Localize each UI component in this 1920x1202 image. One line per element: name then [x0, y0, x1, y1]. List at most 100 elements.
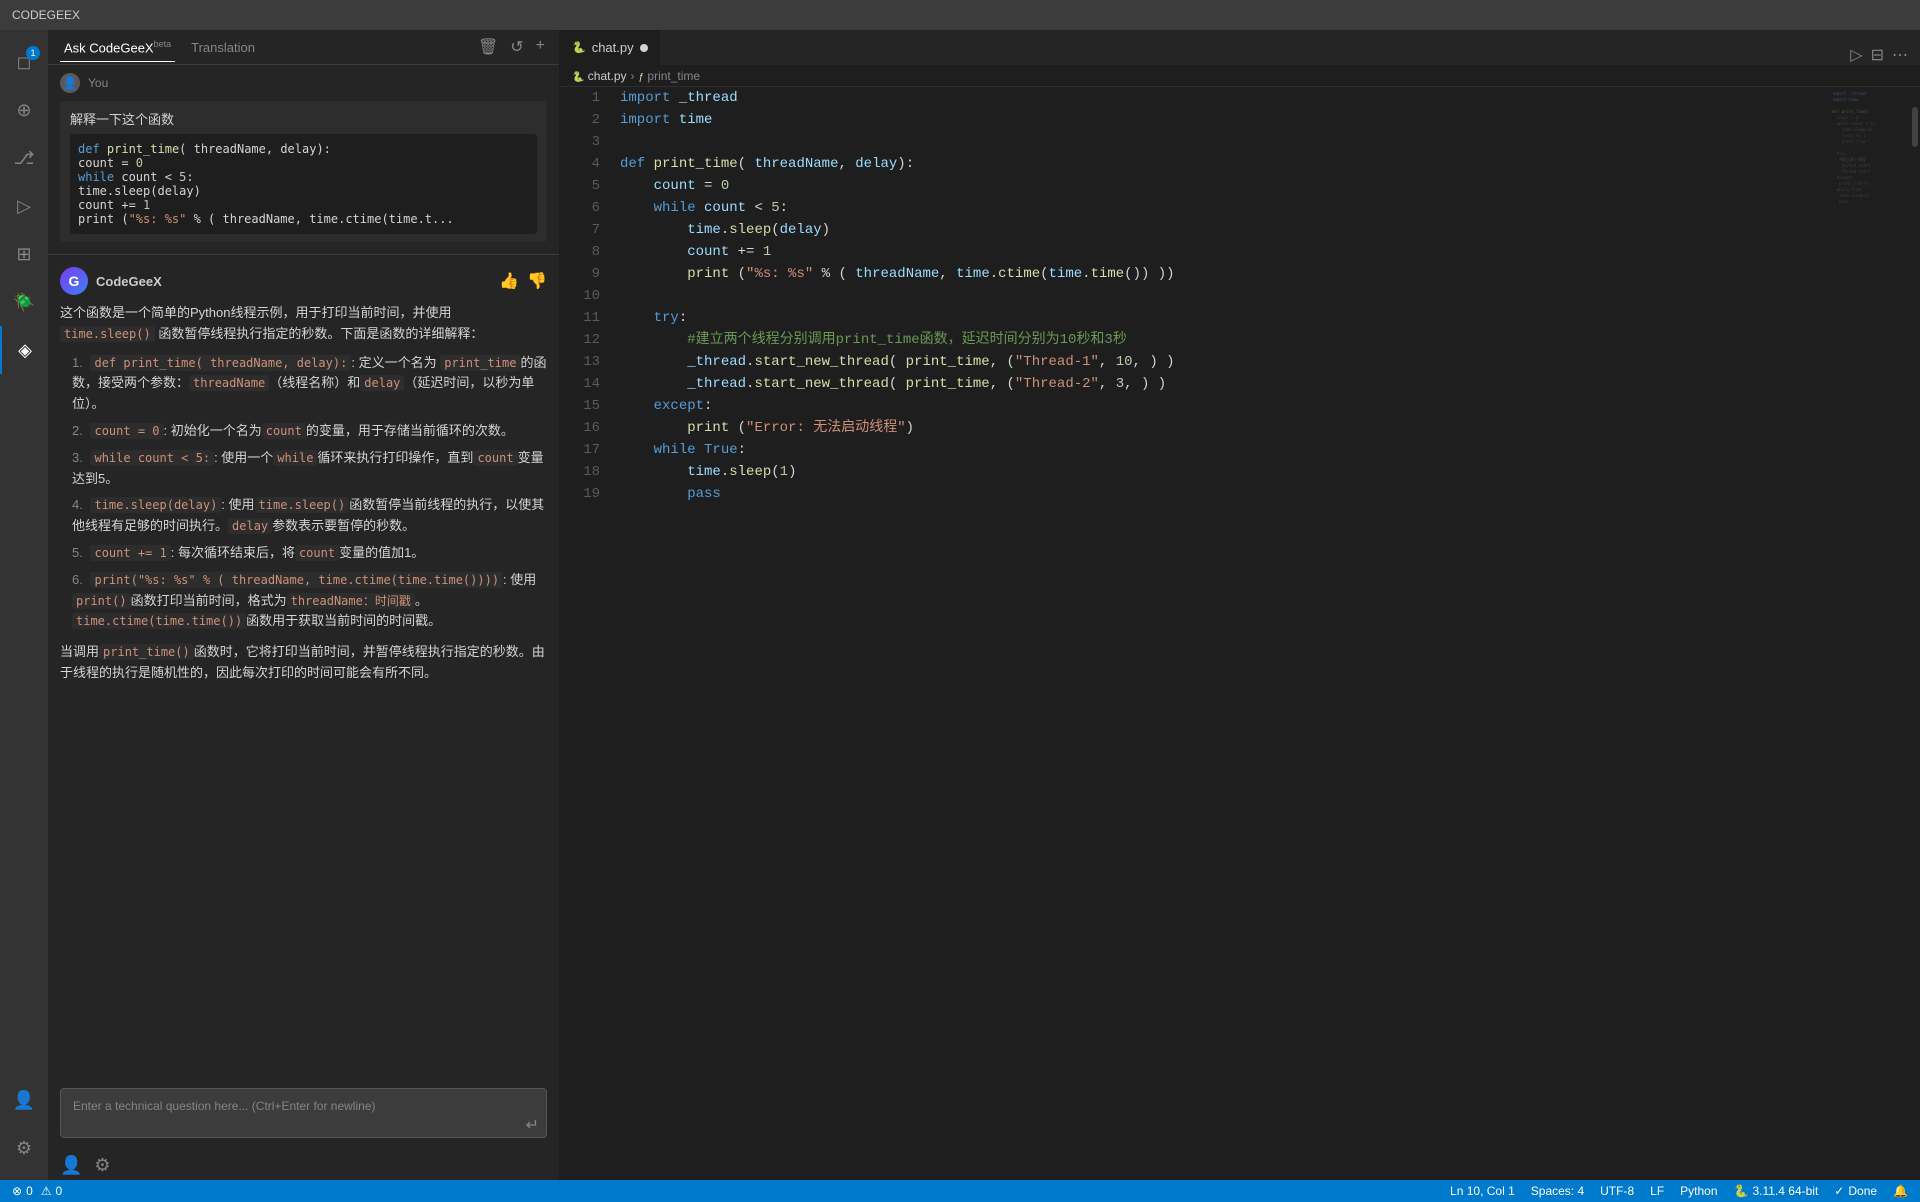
list-item: print("%s: %s" % ( threadName, time.ctim…	[68, 570, 547, 632]
code-line-2: import time	[620, 109, 1830, 131]
activity-icon-account[interactable]: 👤	[0, 1076, 48, 1124]
status-notifications[interactable]: 🔔	[1893, 1184, 1908, 1198]
run-icon: ▷	[17, 196, 31, 217]
user-avatar: 👤	[60, 73, 80, 93]
status-spaces[interactable]: Spaces: 4	[1531, 1184, 1584, 1198]
tab-translation[interactable]: Translation	[187, 34, 259, 61]
main-layout: ◻ 1 ⊕ ⎇ ▷ ⊞ 🪲 ◈ 👤 ⚙	[0, 30, 1920, 1180]
title-bar: CODEGEEX	[0, 0, 1920, 30]
sidebar-header: Ask CodeGeeXbeta Translation 🗑 ↺ +	[48, 30, 559, 65]
activity-icon-settings[interactable]: ⚙	[0, 1124, 48, 1172]
source-control-icon: ⎇	[14, 148, 35, 169]
editor-scrollbar[interactable]	[1910, 87, 1920, 1180]
status-line-ending[interactable]: LF	[1650, 1184, 1664, 1198]
code-line-17: while True:	[620, 439, 1830, 461]
activity-icon-extensions2[interactable]: ⊞	[0, 230, 48, 278]
tab-modified-indicator	[640, 44, 648, 52]
activity-icon-debug[interactable]: 🪲	[0, 278, 48, 326]
response-content: 这个函数是一个简单的Python线程示例，用于打印当前时间，并使用 time.s…	[48, 303, 559, 1080]
status-bar-left: ⊗ 0 ⚠ 0	[12, 1184, 62, 1198]
code-line-1: import _thread	[620, 87, 1830, 109]
code-line-6: while count < 5:	[620, 197, 1830, 219]
code-line-19: pass	[620, 483, 1830, 505]
codegex-actions: 👍 👎	[499, 271, 547, 291]
add-button[interactable]: +	[534, 35, 547, 59]
sidebar-actions: 🗑 ↺ +	[476, 35, 547, 59]
settings-icon: ⚙	[16, 1138, 32, 1159]
status-position[interactable]: Ln 10, Col 1	[1450, 1184, 1515, 1198]
code-line-11: try:	[620, 307, 1830, 329]
line-ending-text: LF	[1650, 1184, 1664, 1198]
status-encoding[interactable]: UTF-8	[1600, 1184, 1634, 1198]
activity-icon-search[interactable]: ⊕	[0, 86, 48, 134]
status-version[interactable]: 🐍 3.11.4 64-bit	[1734, 1184, 1819, 1198]
response-conclusion: 当调用print_time()函数时，它将打印当前时间，并暂停线程执行指定的秒数…	[60, 642, 547, 684]
editor-area: 🐍 chat.py ▷ ⊟ ⋯ 🐍 chat.py › ƒ print_time	[560, 30, 1920, 1180]
account-icon: 👤	[13, 1090, 35, 1111]
codegex-avatar: G	[60, 267, 88, 295]
breadcrumb: 🐍 chat.py › ƒ print_time	[560, 65, 1920, 87]
user-code-snippet: def print_time( threadName, delay): coun…	[70, 134, 537, 234]
divider	[48, 254, 559, 255]
code-line-18: time.sleep(1)	[620, 461, 1830, 483]
user-label: You	[88, 76, 108, 90]
run-split-button[interactable]: ▷	[1850, 45, 1862, 65]
code-line-4: def print_time( threadName, delay):	[620, 153, 1830, 175]
breadcrumb-file: 🐍 chat.py	[572, 69, 627, 83]
breadcrumb-separator: ›	[631, 69, 635, 83]
file-icon: 🐍	[572, 41, 586, 54]
sidebar-settings-icon[interactable]: ⚙	[94, 1155, 110, 1176]
input-wrapper: ↵	[60, 1088, 547, 1143]
tab-label: chat.py	[592, 40, 634, 55]
user-question-box: 解释一下这个函数 def print_time( threadName, del…	[60, 101, 547, 242]
warning-count: 0	[56, 1184, 63, 1198]
list-item: while count < 5:: 使用一个while循环来执行打印操作，直到c…	[68, 448, 547, 490]
list-item: count = 0: 初始化一个名为count的变量，用于存储当前循环的次数。	[68, 421, 547, 442]
tab-ask-codegex[interactable]: Ask CodeGeeXbeta	[60, 33, 175, 61]
status-warnings[interactable]: ⚠ 0	[41, 1184, 62, 1198]
line-numbers: 1 2 3 4 5 6 7 8 9 10 11 12 13 14 15 16 1…	[560, 87, 610, 1180]
status-errors[interactable]: ⊗ 0	[12, 1184, 33, 1198]
breadcrumb-func: ƒ print_time	[639, 69, 701, 83]
tab-bar: 🐍 chat.py ▷ ⊟ ⋯	[560, 30, 1920, 65]
activity-icon-source-control[interactable]: ⎇	[0, 134, 48, 182]
code-line-10	[620, 285, 1830, 307]
extensions-badge: 1	[26, 46, 40, 60]
code-line-16: print ("Error: 无法启动线程")	[620, 417, 1830, 439]
code-editor[interactable]: 1 2 3 4 5 6 7 8 9 10 11 12 13 14 15 16 1…	[560, 87, 1920, 1180]
activity-icon-run[interactable]: ▷	[0, 182, 48, 230]
chat-input[interactable]	[60, 1088, 547, 1138]
send-button[interactable]: ↵	[526, 1115, 539, 1135]
code-line-5: count = 0	[620, 175, 1830, 197]
list-item: def print_time( threadName, delay):: 定义一…	[68, 353, 547, 415]
position-text: Ln 10, Col 1	[1450, 1184, 1515, 1198]
version-text: 3.11.4 64-bit	[1752, 1184, 1818, 1198]
error-icon: ⊗	[12, 1184, 22, 1198]
response-code-timesleep: time.sleep()	[60, 326, 155, 342]
user-row: 👤 You	[48, 65, 559, 101]
status-done[interactable]: ✓ Done	[1834, 1184, 1877, 1198]
user-account-icon[interactable]: 👤	[60, 1155, 82, 1176]
search-icon: ⊕	[16, 100, 31, 121]
done-text: Done	[1848, 1184, 1877, 1198]
status-language[interactable]: Python	[1680, 1184, 1717, 1198]
code-line-3	[620, 131, 1830, 153]
thumbs-up-button[interactable]: 👍	[499, 271, 519, 291]
app-title: CODEGEEX	[12, 8, 80, 22]
codegex-icon: ◈	[18, 340, 32, 361]
activity-icon-codegex[interactable]: ◈	[0, 326, 48, 374]
codegex-name: CodeGeeX	[96, 274, 162, 289]
status-bar: ⊗ 0 ⚠ 0 Ln 10, Col 1 Spaces: 4 UTF-8 LF …	[0, 1180, 1920, 1202]
user-question-text: 解释一下这个函数	[70, 109, 537, 128]
tab-actions: ▷ ⊟ ⋯	[1838, 45, 1920, 65]
status-bar-right: Ln 10, Col 1 Spaces: 4 UTF-8 LF Python 🐍…	[1450, 1184, 1908, 1198]
encoding-text: UTF-8	[1600, 1184, 1634, 1198]
delete-button[interactable]: 🗑	[476, 35, 500, 59]
editor-tab-chat-py[interactable]: 🐍 chat.py	[560, 30, 661, 65]
refresh-button[interactable]: ↺	[508, 35, 525, 59]
activity-icon-extensions[interactable]: ◻ 1	[0, 38, 48, 86]
check-icon: ✓	[1834, 1184, 1844, 1198]
thumbs-down-button[interactable]: 👎	[527, 271, 547, 291]
split-editor-button[interactable]: ⊟	[1871, 45, 1884, 65]
more-actions-button[interactable]: ⋯	[1892, 45, 1908, 65]
